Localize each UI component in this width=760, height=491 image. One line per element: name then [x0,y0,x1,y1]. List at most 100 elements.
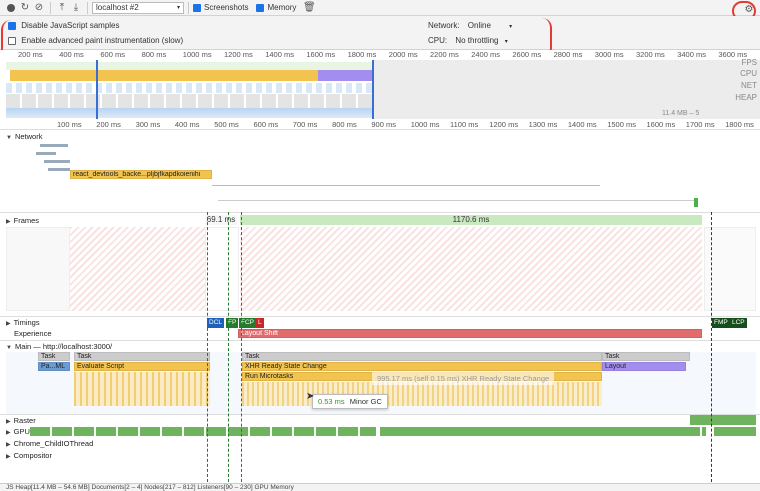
ruler-tick-label: 800 ms [141,50,167,59]
screenshots-label: Screenshots [204,3,249,12]
raster-title: Raster [13,416,36,425]
frame-hatched-region [240,227,702,311]
ruler-tick-label: 400 ms [59,50,84,59]
frame-block-long[interactable]: 1170.6 ms [240,215,702,225]
timeline-overview[interactable]: 200 ms 400 ms 600 ms 800 ms 1000 ms 1200 ms 14… [0,50,760,130]
overview-window-right[interactable] [372,60,374,120]
ruler-tick-label: 1100 ms [450,120,479,129]
download-icon[interactable]: ⤓ [69,1,83,15]
ruler-tick-label: 1400 ms [567,120,597,129]
toolbar-separator [87,1,88,14]
network-throttle-row: Network: Online ▾ [428,21,512,30]
target-select-value: localhost #2 [96,3,139,12]
network-request-bar[interactable] [40,144,68,147]
ruler-tick-label: 2200 ms [430,50,459,59]
gpu-title: GPU [13,427,30,436]
frame-hatched-region [70,227,205,311]
fps-track [6,62,372,70]
ruler-tick-label: 200 ms [18,50,43,59]
timings-section: ▶ Timings DCL FP FCP L FMP LCP [0,316,760,328]
network-section: ▼ Network react_devtools_backe...pljbjfka… [0,130,760,212]
cpu-select[interactable]: No throttling ▾ [455,36,507,45]
network-select[interactable]: Online ▾ [468,21,512,30]
ruler-tick-label: 3400 ms [677,50,706,59]
task-bar[interactable]: Task [602,352,690,361]
evaluate-script-bar[interactable]: Evaluate Script [74,362,210,371]
experience-title: Experience [14,329,52,338]
counters-legend: JS Heap[11.4 MB – 54.6 MB] Documents[2 –… [6,484,294,491]
minor-gc-time: 0.53 ms [318,397,345,406]
net-track [6,83,372,93]
network-request-bar[interactable] [48,168,70,171]
network-request-bar[interactable] [36,152,56,155]
load-marker[interactable]: L [256,318,264,328]
experience-section: Experience Layout Shift [0,328,760,340]
gpu-track: ▶ GPU [0,426,760,438]
chrome-child-io-header[interactable]: ▶ Chrome_ChildIOThread [6,439,93,448]
target-select[interactable]: localhost #2 ▾ [92,1,184,14]
timings-title: Timings [13,318,40,327]
network-request-devtools[interactable]: react_devtools_backe...pljbjfkapdkoienih… [70,170,212,179]
overview-shaded-region [372,60,760,120]
advanced-paint-label: Enable advanced paint instrumentation (s… [21,36,184,45]
frame-block-short[interactable]: 69.1 ms [205,215,237,225]
fp-line [228,212,229,482]
xhr-ready-state-bar[interactable]: XHR Ready State Change [242,362,602,371]
dcl-marker[interactable]: DCL [207,318,225,328]
fmp-marker[interactable]: FMP [712,318,730,328]
ruler-tick-label: 800 ms [332,120,357,129]
memory-checkbox[interactable] [256,3,265,12]
timeline-ruler: 100 ms 200 ms 300 ms 400 ms 500 ms 600 ms 700 … [0,119,760,130]
ruler-tick-label: 2000 ms [388,50,418,59]
task-bar[interactable]: Task [242,352,602,361]
network-header[interactable]: ▼ Network [6,132,42,141]
layout-shift-bar[interactable]: Layout Shift [238,329,702,338]
heap-range-label: 11.4 MB – 5 [662,110,700,117]
raster-track: ▶ Raster [0,414,760,426]
performance-toolbar: ↻ ⊘ ⤒ ⤓ localhost #2 ▾ Screenshots Memor… [0,0,760,16]
expand-triangle-icon: ▶ [6,430,11,436]
net-label: NET [741,81,757,90]
layout-bar[interactable]: Layout [602,362,686,371]
ruler-tick-label: 1200 ms [224,50,253,59]
lcp-marker[interactable]: LCP [730,318,747,328]
task-bar[interactable]: Task [38,352,70,361]
parse-html-bar[interactable]: Pa...ML [38,362,70,371]
upload-icon[interactable]: ⤒ [55,1,69,15]
load-line [241,212,242,482]
ruler-tick-label: 1400 ms [265,50,294,59]
chevron-down-icon: ▾ [504,39,508,45]
expand-triangle-icon: ▶ [6,219,11,225]
clear-icon[interactable]: ⊘ [32,1,46,15]
frames-header[interactable]: ▶ Frames [6,216,39,225]
reload-record-icon[interactable]: ↻ [18,1,32,15]
chevron-down-icon: ▾ [509,24,513,30]
memory-counters-footer: JS Heap[11.4 MB – 54.6 MB] Documents[2 –… [0,483,760,491]
network-request-bar[interactable] [218,200,698,201]
cpu-label: CPU [740,69,757,78]
frames-section: ▶ Frames 69.1 ms 1170.6 ms [0,212,760,316]
network-request-bar[interactable] [694,198,698,207]
toolbar-separator [188,1,189,14]
task-bar[interactable]: Task [74,352,210,361]
trash-icon[interactable]: 🗑 [302,1,316,15]
network-request-bar[interactable] [212,185,600,186]
raster-activity [690,415,756,425]
compositor-header[interactable]: ▶ Compositor [6,451,52,460]
main-title: Main — http://localhost:3000/ [14,342,113,351]
chrome-child-io-track: ▶ Chrome_ChildIOThread [0,438,760,450]
expand-triangle-icon: ▶ [6,442,11,448]
raster-header[interactable]: ▶ Raster [6,416,36,425]
ruler-tick-label: 200 ms [96,120,121,129]
ruler-tick-label: 500 ms [214,120,239,129]
main-header[interactable]: ▼ Main — http://localhost:3000/ [6,342,112,351]
network-request-bar[interactable] [44,160,70,163]
ruler-tick-label: 1700 ms [685,120,715,129]
timings-header[interactable]: ▶ Timings [6,318,40,327]
record-icon[interactable] [4,1,18,15]
compositor-title: Compositor [13,451,52,460]
gpu-activity [380,427,700,436]
screenshots-checkbox[interactable] [193,3,201,12]
gpu-header[interactable]: ▶ GPU [6,427,30,436]
overview-window-left[interactable] [96,60,98,120]
